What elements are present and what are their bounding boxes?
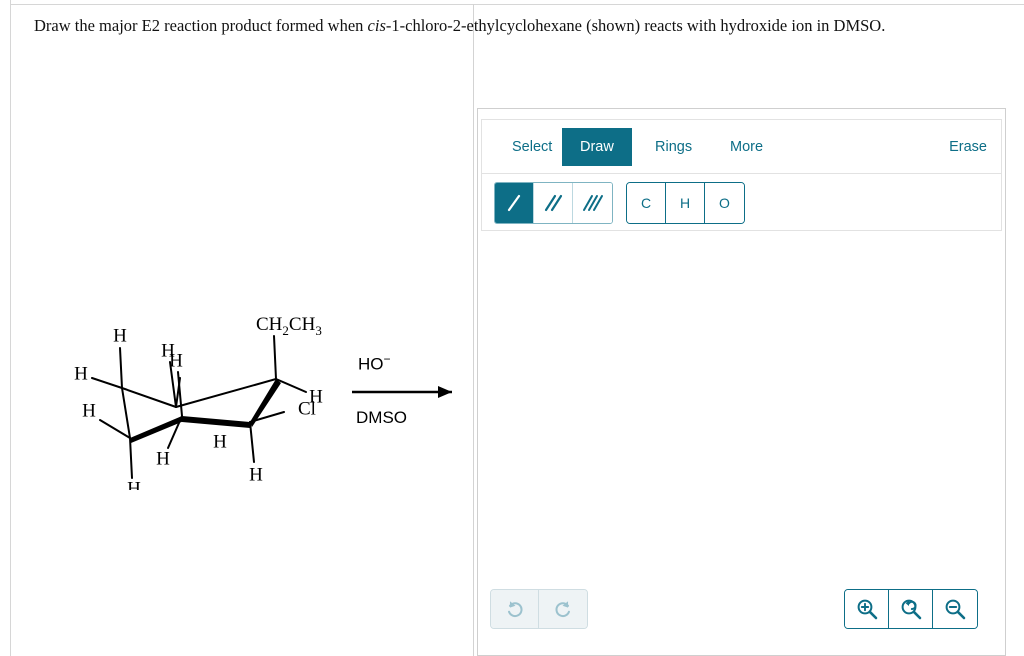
element-button-carbon-label: C [640, 195, 652, 211]
ethyl-sub-3: 3 [315, 323, 322, 338]
editor-tab-row: Select Draw Rings More Erase [482, 120, 1001, 174]
hydrogen-label: H [156, 448, 170, 469]
ethyl-ch-2: CH [289, 314, 316, 335]
element-button-hydrogen-label: H [679, 195, 691, 211]
double-bond-icon [544, 194, 563, 212]
triple-bond-icon [582, 195, 603, 211]
triple-bond-button[interactable] [573, 183, 612, 223]
tab-rings[interactable]: Rings [637, 128, 710, 166]
prompt-text-italic: cis [367, 16, 386, 35]
reaction-scheme: H H H H H H H H H H Cl CH2CH3 HO− DMSO [60, 300, 470, 490]
zoom-reset-button[interactable] [889, 590, 933, 628]
zoom-control-group [844, 589, 978, 629]
bond-tool-group [494, 182, 613, 224]
hydrogen-label: H [213, 431, 227, 452]
ethyl-ch-1: CH [256, 314, 283, 335]
zoom-in-button[interactable] [845, 590, 889, 628]
tab-rings-label: Rings [655, 139, 693, 155]
question-prompt: Draw the major E2 reaction product forme… [34, 12, 984, 39]
page-frame-top-rule [10, 4, 1024, 5]
svg-text:CH2CH3: CH2CH3 [256, 314, 322, 338]
hydrogen-label: H [169, 350, 183, 371]
tab-draw[interactable]: Draw [562, 128, 632, 166]
molecule-editor-panel: Select Draw Rings More Erase C H O [477, 108, 1006, 656]
erase-button[interactable]: Erase [949, 128, 987, 166]
chair-structure-drawing: H H H H H H H H H H Cl CH2CH3 [74, 314, 452, 490]
undo-icon [507, 601, 523, 618]
tab-more-label: More [730, 139, 764, 155]
zoom-reset-icon [901, 599, 921, 620]
reagent-formula: HO [358, 354, 384, 374]
element-button-carbon[interactable]: C [627, 183, 666, 223]
page-frame-left-rule [10, 0, 11, 656]
tab-more[interactable]: More [712, 128, 781, 166]
hydrogen-label: H [82, 400, 96, 421]
redo-button[interactable] [539, 590, 587, 628]
single-bond-icon [507, 194, 521, 212]
hydrogen-label: H [113, 325, 127, 346]
hydrogen-label: H [127, 478, 141, 490]
prompt-text-part2: -1-chloro-2-ethylcyclohexane (shown) rea… [385, 16, 886, 35]
element-button-hydrogen[interactable]: H [666, 183, 705, 223]
zoom-out-icon [945, 599, 966, 620]
content-divider [473, 4, 474, 656]
zoom-out-button[interactable] [933, 590, 977, 628]
prompt-text-part1: Draw the major E2 reaction product forme… [34, 16, 368, 35]
single-bond-button[interactable] [495, 183, 534, 223]
element-button-oxygen-label: O [719, 195, 730, 211]
editor-tool-row: C H O [482, 174, 1001, 231]
hydrogen-label: H [249, 464, 263, 485]
erase-button-label: Erase [949, 139, 987, 155]
ethyl-label: CH2CH3 [256, 314, 322, 338]
tab-draw-label: Draw [580, 139, 614, 155]
element-tool-group: C H O [626, 182, 745, 224]
chloro-label: Cl [298, 398, 316, 419]
hydrogen-label: H [74, 363, 88, 384]
redo-icon [555, 601, 570, 618]
tab-select-label: Select [512, 139, 553, 155]
double-bond-button[interactable] [534, 183, 573, 223]
element-button-oxygen[interactable]: O [705, 183, 744, 223]
page-root: Draw the major E2 reaction product forme… [0, 0, 1024, 656]
zoom-in-icon [857, 599, 877, 620]
undo-button[interactable] [491, 590, 539, 628]
tab-select[interactable]: Select [494, 128, 570, 166]
history-control-group [490, 589, 588, 629]
reagent-charge: − [383, 352, 391, 366]
reagent-above-arrow: HO− [358, 352, 391, 375]
editor-toolbar: Select Draw Rings More Erase C H O [481, 119, 1002, 231]
reaction-arrow [352, 386, 452, 398]
solvent-below-arrow: DMSO [356, 408, 407, 427]
